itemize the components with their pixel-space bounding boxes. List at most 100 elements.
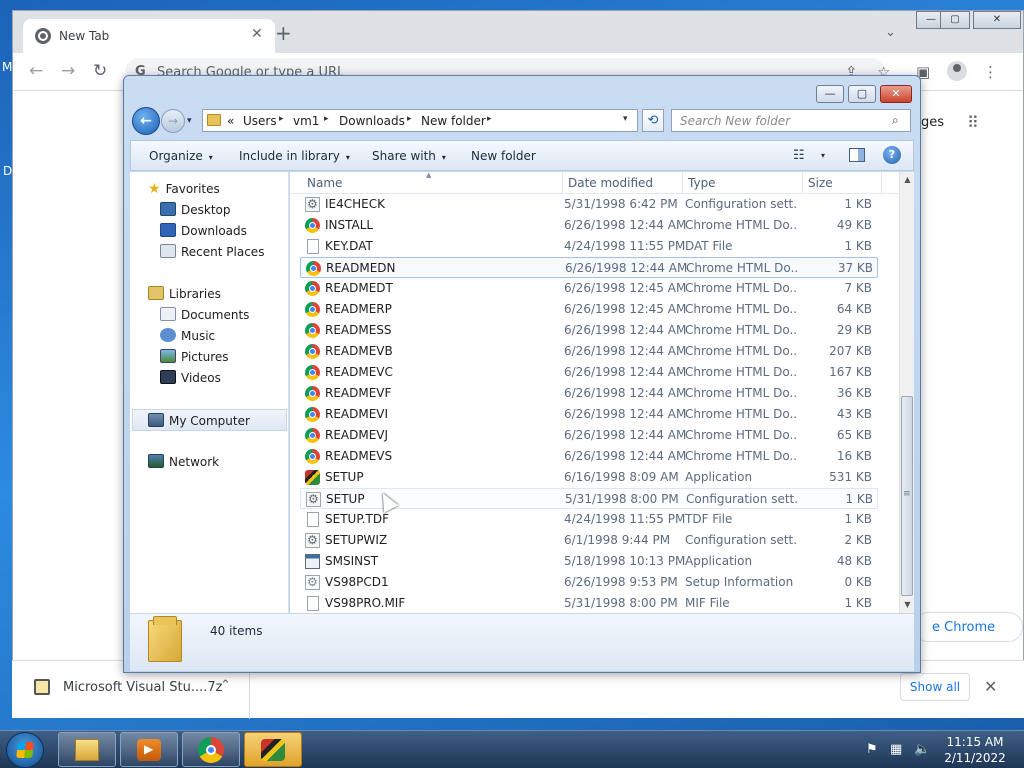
action-center-flag-icon[interactable]: ⚑ (866, 742, 878, 757)
explorer-maximize-button[interactable]: ▢ (848, 85, 876, 103)
file-row[interactable]: SETUP.TDF 4/24/1998 11:55 PM TDF File 1 KB (300, 509, 878, 530)
column-divider[interactable] (562, 172, 563, 194)
taskbar-explorer[interactable] (58, 732, 116, 767)
explorer-back-button[interactable]: ← (132, 107, 160, 135)
file-row[interactable]: READMEVF 6/26/1998 12:44 AM Chrome HTML Do… (300, 383, 878, 404)
view-dropdown-icon[interactable]: ▾ (821, 151, 825, 160)
help-icon[interactable]: ? (883, 146, 901, 164)
address-history-dropdown[interactable]: ▾ (623, 114, 628, 124)
taskbar-setup-app[interactable] (244, 732, 302, 767)
volume-icon[interactable]: 🔈 (914, 742, 930, 757)
file-icon (307, 239, 319, 254)
file-row[interactable]: SETUPWIZ 6/1/1998 9:44 PM Configuration se… (300, 530, 878, 551)
column-divider[interactable] (881, 172, 882, 194)
column-date-modified[interactable]: Date modified (568, 176, 653, 190)
breadcrumb-downloads[interactable]: Downloads (339, 114, 405, 128)
folder-icon (207, 114, 221, 126)
file-row[interactable]: READMEVJ 6/26/1998 12:44 AM Chrome HTML Do… (300, 425, 878, 446)
forward-icon[interactable]: → (61, 61, 75, 81)
address-bar[interactable]: « Users ▸ vm1 ▸ Downloads ▸ New folder ▸… (202, 109, 638, 132)
file-row[interactable]: READMEVS 6/26/1998 12:44 AM Chrome HTML Do… (300, 446, 878, 467)
file-row[interactable]: READMEVC 6/26/1998 12:44 AM Chrome HTML Do… (300, 362, 878, 383)
include-in-library-button[interactable]: Include in library ▾ (239, 149, 350, 163)
explorer-minimize-button[interactable]: — (816, 85, 844, 103)
file-row[interactable]: VS98PRO.MIF 5/31/1998 8:00 PM MIF File 1 KB (300, 593, 878, 614)
view-options-icon[interactable]: ☷ (793, 148, 805, 163)
share-with-button[interactable]: Share with ▾ (372, 149, 446, 163)
show-all-button[interactable]: Show all (900, 673, 970, 701)
file-row[interactable]: READMESS 6/26/1998 12:44 AM Chrome HTML Do… (300, 320, 878, 341)
tab-search-icon[interactable]: ⌄ (885, 25, 896, 40)
nav-downloads[interactable]: Downloads (160, 223, 247, 243)
chrome-menu-icon[interactable]: ⋮ (983, 63, 998, 81)
breadcrumb-separator[interactable]: ▸ (407, 114, 412, 124)
search-input[interactable]: Search New folder ⌕ (671, 109, 911, 132)
chrome-maximize-button[interactable]: ▢ (940, 11, 970, 29)
nav-favorites[interactable]: ★ Favorites (148, 181, 220, 201)
column-divider[interactable] (802, 172, 803, 194)
network-tray-icon[interactable]: ▦ (890, 742, 902, 757)
scroll-down-icon[interactable]: ▼ (900, 597, 915, 613)
breadcrumb-users[interactable]: Users (243, 114, 277, 128)
file-row[interactable]: READMEVB 6/26/1998 12:44 AM Chrome HTML Do… (300, 341, 878, 362)
nav-pictures[interactable]: Pictures (160, 349, 229, 369)
start-button[interactable] (6, 732, 44, 768)
chrome-close-button[interactable]: ✕ (973, 11, 1021, 29)
file-row[interactable]: READMEDN 6/26/1998 12:44 AM Chrome HTML Do… (300, 257, 878, 278)
file-row[interactable]: IE4CHECK 5/31/1998 6:42 PM Configuration s… (300, 194, 878, 215)
nav-network[interactable]: Network (148, 454, 219, 474)
recent-pages-dropdown[interactable]: ▾ (187, 116, 192, 126)
preview-pane-icon[interactable] (849, 148, 865, 162)
column-type[interactable]: Type (688, 176, 716, 190)
refresh-icon[interactable]: ⟲ (642, 109, 664, 132)
nav-videos[interactable]: Videos (160, 370, 221, 390)
new-tab-button[interactable]: + (275, 23, 292, 43)
breadcrumb-overflow[interactable]: « (227, 114, 234, 128)
back-icon[interactable]: ← (29, 61, 43, 81)
nav-my-computer[interactable]: My Computer (132, 409, 287, 431)
chevron-down-icon: ▾ (345, 153, 350, 162)
column-size[interactable]: Size (808, 176, 833, 190)
taskbar-clock[interactable]: 11:15 AM 2/11/2022 (940, 734, 1010, 766)
organize-button[interactable]: Organize ▾ (149, 149, 213, 163)
tab-close-icon[interactable]: ✕ (251, 26, 263, 42)
nav-music[interactable]: Music (160, 328, 215, 348)
explorer-forward-button[interactable]: → (161, 109, 185, 133)
vertical-scrollbar[interactable]: ▲ ≡ ▼ (899, 172, 914, 613)
breadcrumb-separator[interactable]: ▸ (324, 114, 329, 124)
column-divider[interactable] (682, 172, 683, 194)
file-row[interactable]: SMSINST 5/18/1998 10:13 PM Application 48 K… (300, 551, 878, 572)
file-row[interactable]: SETUP 6/16/1998 8:09 AM Application 531 KB (300, 467, 878, 488)
breadcrumb-vm1[interactable]: vm1 (293, 114, 319, 128)
column-name[interactable]: Name (307, 176, 342, 190)
scrollbar-thumb[interactable]: ≡ (901, 396, 913, 596)
breadcrumb-separator[interactable]: ▸ (487, 114, 492, 124)
file-date-modified: 6/26/1998 12:44 AM (564, 218, 687, 232)
nav-recent-places[interactable]: Recent Places (160, 244, 264, 264)
file-row[interactable]: READMEDT 6/26/1998 12:45 AM Chrome HTML Do… (300, 278, 878, 299)
breadcrumb-separator[interactable]: ▸ (279, 114, 284, 124)
explorer-close-button[interactable]: ✕ (880, 85, 912, 103)
taskbar-media-player[interactable] (120, 732, 178, 767)
file-row[interactable]: INSTALL 6/26/1998 12:44 AM Chrome HTML Do.… (300, 215, 878, 236)
taskbar-chrome[interactable] (182, 732, 240, 767)
images-link[interactable]: ges (921, 115, 944, 130)
file-row[interactable]: KEY.DAT 4/24/1998 11:55 PM DAT File 1 KB (300, 236, 878, 257)
apps-grid-icon[interactable]: ⠿ (967, 113, 979, 132)
tab-new-tab[interactable]: New Tab ✕ (23, 19, 275, 53)
nav-desktop[interactable]: Desktop (160, 202, 231, 222)
reload-icon[interactable]: ↻ (93, 61, 107, 81)
customize-chrome-button[interactable]: e Chrome (913, 612, 1023, 642)
file-row[interactable]: READMEVI 6/26/1998 12:44 AM Chrome HTML Do… (300, 404, 878, 425)
chevron-up-icon[interactable]: ⌃ (220, 678, 231, 693)
new-folder-button[interactable]: New folder (471, 149, 536, 163)
search-icon[interactable]: ⌕ (892, 113, 899, 128)
nav-documents[interactable]: Documents (160, 307, 249, 327)
scroll-up-icon[interactable]: ▲ (900, 172, 915, 188)
profile-avatar[interactable] (947, 61, 967, 81)
file-row[interactable]: VS98PCD1 6/26/1998 9:53 PM Setup Informati… (300, 572, 878, 593)
nav-libraries[interactable]: Libraries (148, 286, 221, 306)
file-row[interactable]: READMERP 6/26/1998 12:45 AM Chrome HTML Do… (300, 299, 878, 320)
download-bar-close-icon[interactable]: ✕ (984, 677, 997, 696)
breadcrumb-new-folder[interactable]: New folder (421, 114, 486, 128)
